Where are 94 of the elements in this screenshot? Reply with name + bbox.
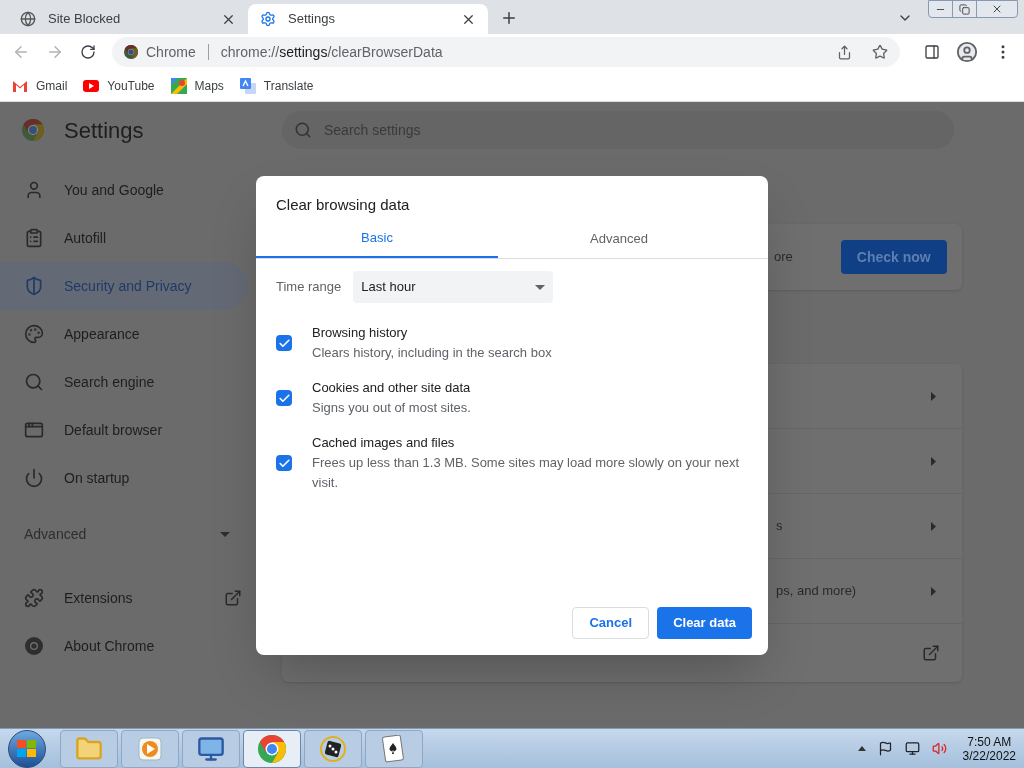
globe-icon	[20, 11, 36, 27]
option-description: Frees up less than 1.3 MB. Some sites may load more slowly on your next visit.	[312, 454, 741, 492]
sidebar-item[interactable]: Extensions	[0, 574, 248, 622]
bookmark-link[interactable]: Translate	[263, 76, 314, 95]
settings-title: Settings	[64, 116, 144, 145]
tab-title: Site Blocked	[48, 10, 122, 29]
profile-icon[interactable]	[956, 41, 978, 63]
puzzle-icon	[24, 588, 44, 608]
address-bar[interactable]: Chrome chrome://settings/clearBrowserData	[112, 37, 900, 67]
bookmark-link[interactable]: Maps	[194, 76, 224, 95]
check-icon	[277, 391, 291, 405]
network-icon[interactable]	[904, 741, 920, 756]
option-title: Cookies and other site data	[312, 379, 471, 397]
person-icon	[24, 180, 44, 200]
url-text: chrome://settings/clearBrowserData	[220, 42, 443, 62]
media-player-icon	[137, 735, 163, 762]
close-icon[interactable]	[991, 3, 1003, 15]
option-title: Browsing history	[312, 324, 409, 342]
dice-icon	[319, 734, 347, 763]
sidebar-item[interactable]: You and Google	[0, 166, 248, 214]
sidebar-item[interactable]: Appearance	[0, 310, 248, 358]
side-panel-icon[interactable]	[924, 44, 940, 60]
external-link-icon[interactable]	[922, 644, 940, 662]
row-text: s	[776, 518, 783, 534]
advanced-section-toggle[interactable]: Advanced	[0, 510, 240, 558]
power-icon	[24, 468, 44, 488]
folder-icon	[75, 734, 103, 763]
translate-icon	[239, 77, 256, 94]
bookmark-link[interactable]: YouTube	[107, 76, 155, 95]
dropdown-arrow-icon	[535, 284, 546, 290]
search-icon	[294, 121, 312, 139]
chevron-icon[interactable]	[931, 521, 936, 531]
taskbar-button[interactable]	[182, 729, 240, 768]
map-icon	[170, 77, 187, 94]
chevron-icon[interactable]	[931, 586, 936, 596]
bookmark-link[interactable]: Gmail	[36, 76, 68, 95]
volume-muted-icon[interactable]	[931, 741, 947, 756]
browser-tab[interactable]: Site Blocked	[8, 4, 248, 34]
dropdown-arrow-icon	[220, 531, 230, 537]
checkbox[interactable]	[276, 390, 292, 406]
sidebar-item[interactable]: On startup	[0, 454, 248, 502]
palette-icon	[24, 324, 44, 344]
check-now-button[interactable]: Check now	[840, 240, 947, 274]
check-icon	[277, 456, 291, 470]
chrome-icon	[124, 45, 138, 59]
time-range-select[interactable]: Last hour	[353, 271, 554, 303]
card-text: ore	[774, 248, 793, 267]
dialog-tab[interactable]: Basic	[256, 220, 498, 258]
new-tab-icon[interactable]	[500, 9, 518, 27]
chevron-icon[interactable]	[931, 456, 936, 466]
check-icon	[277, 336, 291, 350]
mail-icon	[12, 79, 28, 92]
windows-logo-icon	[17, 739, 37, 758]
chrome-icon	[258, 734, 286, 763]
sidebar-item[interactable]: Search engine	[0, 358, 248, 406]
browser-tab[interactable]: Settings	[248, 4, 488, 34]
play-icon	[83, 79, 100, 92]
bookmark-star-icon[interactable]	[872, 44, 888, 60]
flag-icon[interactable]	[877, 741, 893, 756]
clock-date: 3/22/2022	[962, 748, 1016, 763]
taskbar-button[interactable]	[304, 729, 362, 768]
option-title: Cached images and files	[312, 434, 456, 452]
site-origin: Chrome	[146, 42, 196, 62]
sidebar-item[interactable]: Autofill	[0, 214, 248, 262]
checkbox[interactable]	[276, 455, 292, 471]
cancel-button[interactable]: Cancel	[572, 607, 650, 639]
restore-icon[interactable]	[959, 3, 970, 15]
clipboard-icon	[24, 228, 44, 248]
option-description: Clears history, including in the search box	[312, 344, 552, 362]
share-icon[interactable]	[837, 44, 852, 60]
clock-time: 7:50 AM	[967, 734, 1012, 749]
start-button[interactable]	[8, 729, 46, 768]
time-range-label: Time range	[276, 278, 342, 297]
sidebar-item[interactable]: About Chrome	[0, 622, 248, 670]
option-description: Signs you out of most sites.	[312, 399, 471, 417]
clear-data-button[interactable]: Clear data	[657, 607, 752, 639]
show-hidden-icon[interactable]	[857, 746, 866, 751]
monitor-icon	[197, 734, 225, 763]
chrome-icon	[24, 636, 44, 656]
browser-window-icon	[24, 420, 44, 440]
tab-title: Settings	[288, 10, 336, 29]
search-icon	[24, 372, 44, 392]
dialog-title: Clear browsing data	[275, 195, 411, 215]
external-link-icon	[224, 589, 242, 607]
settings-icon	[260, 11, 276, 27]
chrome-logo	[22, 119, 44, 141]
row-text: ps, and more)	[776, 583, 857, 599]
chevron-icon[interactable]	[931, 391, 936, 401]
reload-icon[interactable]	[80, 44, 96, 60]
shield-icon	[24, 276, 44, 296]
playing-card-icon	[382, 734, 406, 763]
checkbox[interactable]	[276, 335, 292, 351]
dialog-tab[interactable]: Advanced	[498, 220, 740, 258]
sidebar-item[interactable]: Default browser	[0, 406, 248, 454]
